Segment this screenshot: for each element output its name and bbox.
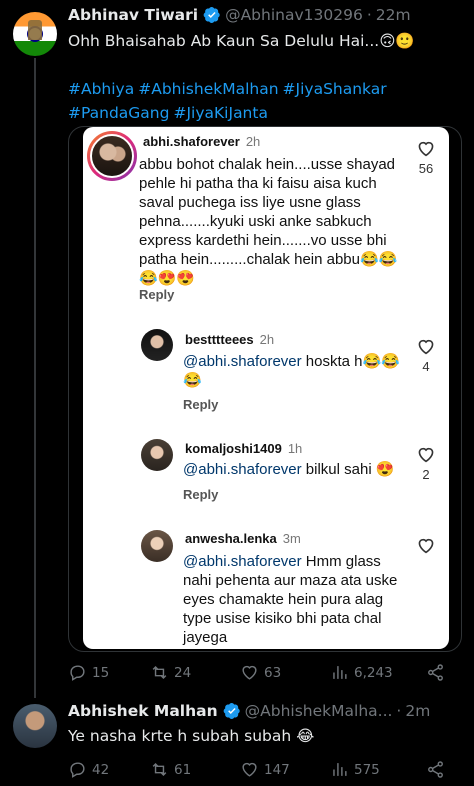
heart-icon bbox=[418, 538, 434, 554]
reply-count: 42 bbox=[92, 761, 110, 778]
comment-reply-link: Reply bbox=[139, 287, 175, 302]
repost-button[interactable]: 24 bbox=[150, 663, 240, 682]
tweet-abhishek[interactable]: Abhishek Malhan @AbhishekMalha... · 2m Y… bbox=[0, 700, 474, 786]
tweet-time[interactable]: 22m bbox=[376, 6, 411, 24]
heart-icon bbox=[418, 447, 434, 463]
like-count: 63 bbox=[264, 664, 282, 681]
view-count: 575 bbox=[354, 761, 380, 778]
comment-username: komaljoshi1409 1h bbox=[185, 441, 303, 456]
repost-button[interactable]: 61 bbox=[150, 760, 240, 779]
tweet-text: Ohh Bhaisahab Ab Kaun Sa Delulu Hai...🙃🙂 bbox=[68, 32, 415, 50]
comment-like-count: 4 bbox=[422, 359, 430, 374]
instagram-comments-screenshot: abhi.shaforever 2h abbu bohot chalak hein… bbox=[83, 127, 449, 649]
hashtag[interactable]: #JiyaKiJanta bbox=[173, 104, 267, 122]
views-chart-icon bbox=[333, 763, 347, 776]
heart-icon bbox=[242, 665, 257, 680]
heart-icon bbox=[242, 762, 257, 777]
comment-reply-link: Reply bbox=[183, 397, 219, 412]
comment-text: abbu bohot chalak hein....usse shayad pe… bbox=[139, 156, 398, 287]
verified-badge-icon bbox=[203, 6, 220, 24]
hashtag-list: #Abhiya #AbhishekMalhan #JiyaShankar #Pand… bbox=[68, 77, 468, 125]
heart-icon bbox=[418, 141, 434, 157]
tweet-media-image[interactable]: abhi.shaforever 2h abbu bohot chalak hein… bbox=[68, 126, 462, 652]
repost-count: 24 bbox=[174, 664, 192, 681]
repost-icon bbox=[152, 665, 167, 680]
heart-icon bbox=[418, 339, 434, 355]
like-count: 147 bbox=[264, 761, 290, 778]
comment-username: bestttteees 2h bbox=[185, 332, 275, 347]
commenter-avatar bbox=[87, 131, 137, 181]
comment-username: anwesha.lenka 3m bbox=[185, 531, 301, 546]
tweet-abhinav[interactable]: Abhinav Tiwari @Abhinav130296 · 22m Ohh … bbox=[0, 0, 474, 700]
reply-icon bbox=[70, 665, 85, 681]
author-handle[interactable]: @Abhinav130296 bbox=[225, 6, 363, 24]
tweet-text: Ye nasha krte h subah subah 😂 bbox=[68, 727, 315, 745]
view-count: 6,243 bbox=[354, 664, 393, 681]
hashtag[interactable]: #Abhiya bbox=[68, 80, 134, 98]
reply-button[interactable]: 15 bbox=[68, 663, 150, 682]
commenter-avatar bbox=[141, 329, 173, 361]
comment-like-count: 56 bbox=[418, 161, 434, 176]
reply-count: 15 bbox=[92, 664, 110, 681]
emblem-icon bbox=[28, 20, 42, 40]
author-handle[interactable]: @AbhishekMalha... bbox=[245, 702, 393, 720]
comment-reply-link: Reply bbox=[183, 487, 219, 502]
like-button[interactable]: 147 bbox=[240, 760, 330, 779]
comment-text: @abhi.shaforever bilkul sahi 😍 bbox=[183, 461, 395, 478]
hashtag[interactable]: #PandaGang bbox=[68, 104, 169, 122]
author-name[interactable]: Abhinav Tiwari bbox=[68, 6, 198, 24]
author-name[interactable]: Abhishek Malhan bbox=[68, 702, 218, 720]
commenter-avatar bbox=[141, 439, 173, 471]
comment-text: @abhi.shaforever Hmm glass nahi pehenta … bbox=[183, 553, 398, 646]
comment-like-count: 2 bbox=[422, 467, 430, 482]
share-icon bbox=[428, 761, 443, 778]
hashtag[interactable]: #AbhishekMalhan bbox=[138, 80, 278, 98]
like-button[interactable]: 63 bbox=[240, 663, 330, 682]
views-button[interactable]: 6,243 bbox=[330, 663, 426, 682]
reply-button[interactable]: 42 bbox=[68, 760, 150, 779]
repost-icon bbox=[152, 762, 167, 777]
share-button[interactable] bbox=[426, 663, 445, 682]
tweet-action-bar: 42 61 147 575 bbox=[68, 760, 458, 779]
avatar[interactable] bbox=[13, 704, 57, 748]
repost-count: 61 bbox=[174, 761, 192, 778]
tweet-action-bar: 15 24 63 6,243 bbox=[68, 663, 458, 682]
views-chart-icon bbox=[333, 666, 347, 679]
views-button[interactable]: 575 bbox=[330, 760, 426, 779]
commenter-avatar bbox=[141, 530, 173, 562]
avatar[interactable] bbox=[13, 12, 57, 56]
comment-username: abhi.shaforever 2h bbox=[143, 134, 261, 149]
verified-badge-icon bbox=[223, 702, 240, 720]
share-button[interactable] bbox=[426, 760, 445, 779]
hashtag[interactable]: #JiyaShankar bbox=[283, 80, 387, 98]
reply-icon bbox=[70, 762, 85, 778]
comment-text: @abhi.shaforever hoskta h😂😂 😂 bbox=[183, 353, 400, 389]
tweet-time[interactable]: 2m bbox=[405, 702, 430, 720]
share-icon bbox=[428, 664, 443, 681]
